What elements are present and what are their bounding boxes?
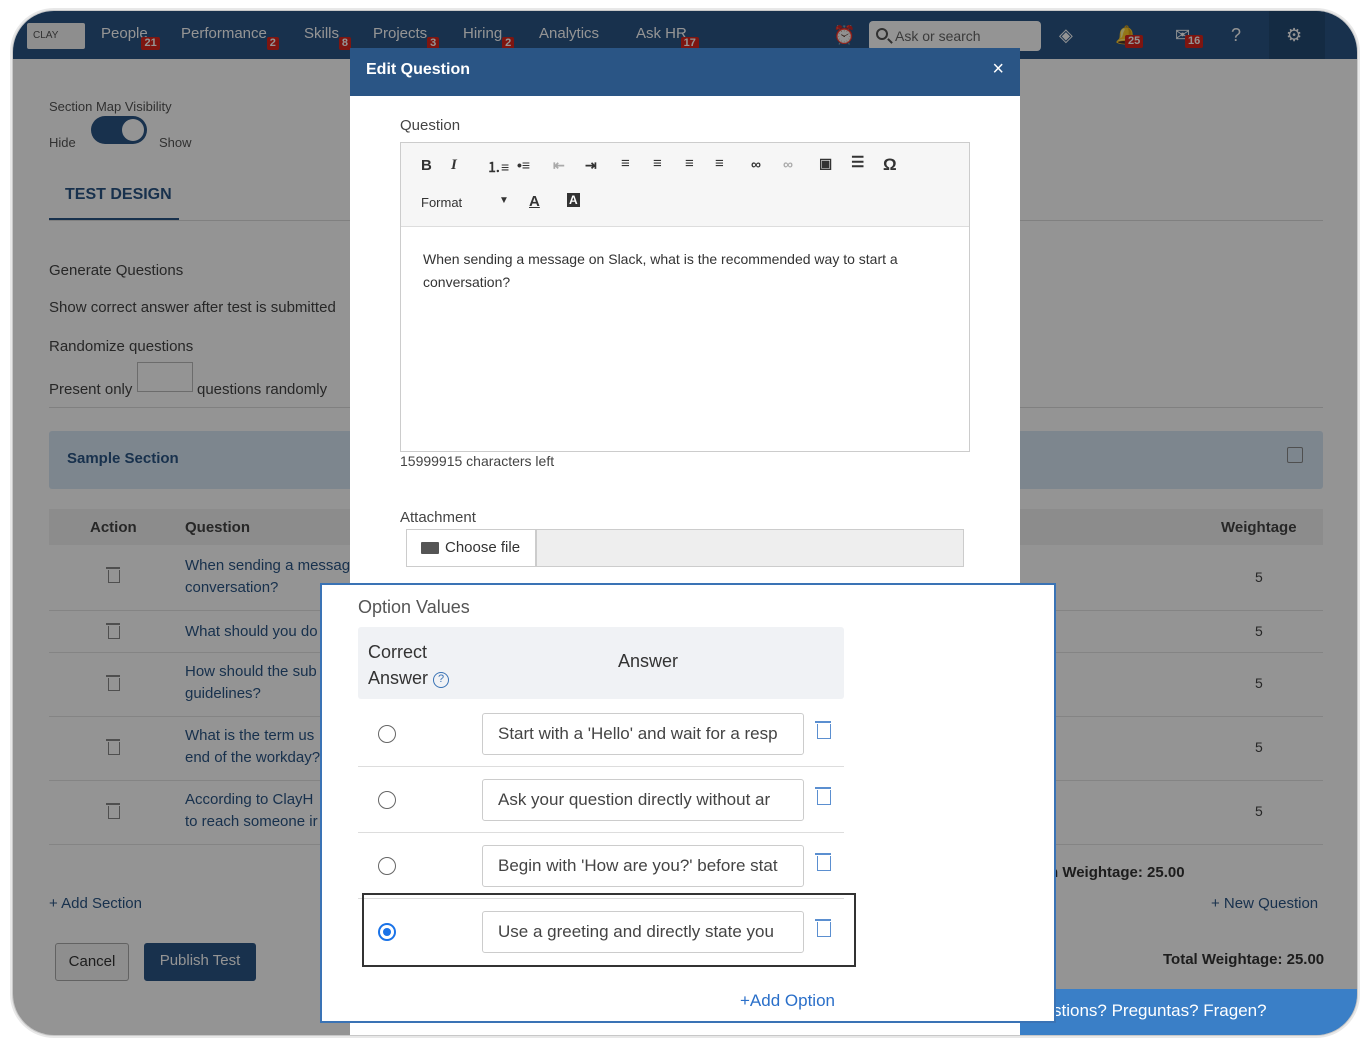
option-row: Begin with 'How are you?' before stat [358,833,844,899]
question-text[interactable]: When sending a message on Slack, what is… [423,248,943,294]
folder-icon [421,542,439,554]
answer-input[interactable]: Ask your question directly without ar [482,779,804,821]
indent-icon[interactable]: ⇥ [585,157,597,174]
choose-file-button[interactable]: Choose file [406,529,536,567]
outdent-icon[interactable]: ⇤ [553,157,565,174]
modal-title: Edit Question [366,61,470,78]
horizontal-rule-icon[interactable]: ☰ [851,153,864,171]
align-right-icon[interactable]: ≡ [685,155,694,172]
option-row: Ask your question directly without ar [358,767,844,833]
file-name-field [536,529,964,567]
unlink-icon[interactable]: ∞ [783,156,793,172]
modal-header: Edit Question × [350,48,1020,96]
bg-color-icon[interactable]: A [567,193,580,207]
align-center-icon[interactable]: ≡ [653,155,662,172]
chat-widget[interactable]: stions? Preguntas? Fragen? [1003,989,1357,1035]
trash-icon[interactable] [815,721,831,739]
special-char-icon[interactable]: Ω [883,155,897,175]
correct-radio[interactable] [378,791,396,809]
format-dropdown[interactable]: Format [421,195,462,210]
trash-icon[interactable] [815,787,831,805]
correct-radio[interactable] [378,857,396,875]
app-frame: CLAY People 21 Performance 2 Skills 8 Proje… [12,10,1358,1036]
numbered-list-icon[interactable]: ⒈≡ [487,157,509,177]
answer-header: Answer [618,651,679,671]
add-option-link[interactable]: +Add Option [740,991,835,1011]
trash-icon[interactable] [815,853,831,871]
chevron-down-icon: ▼ [499,195,509,206]
italic-icon[interactable]: I [451,157,457,174]
options-header: Correct Answer ? Answer [358,627,844,699]
question-label: Question [400,117,461,134]
answer-input[interactable]: Start with a 'Hello' and wait for a resp [482,713,804,755]
rich-text-editor[interactable]: B I ⒈≡ •≡ ⇤ ⇥ ≡ ≡ ≡ ≡ ∞ ∞ ▣ ☰ Ω Format ▼… [400,142,970,452]
option-values-title: Option Values [358,597,470,617]
selected-option-highlight [362,893,856,967]
link-icon[interactable]: ∞ [751,156,761,172]
close-icon[interactable]: × [992,58,1004,81]
correct-answer-header: Correct Answer ? [368,639,450,691]
image-icon[interactable]: ▣ [819,155,832,172]
text-color-icon[interactable]: A [529,193,540,210]
option-row: Start with a 'Hello' and wait for a resp [358,701,844,767]
help-icon[interactable]: ? [433,672,450,688]
characters-left: 15999915 characters left [400,453,555,469]
attachment-label: Attachment [400,509,476,526]
bullet-list-icon[interactable]: •≡ [517,157,530,173]
bold-icon[interactable]: B [421,157,432,174]
option-values-panel: Option Values Correct Answer ? Answer Sta… [320,583,1056,1023]
editor-toolbar: B I ⒈≡ •≡ ⇤ ⇥ ≡ ≡ ≡ ≡ ∞ ∞ ▣ ☰ Ω Format ▼… [401,143,969,227]
justify-icon[interactable]: ≡ [715,155,724,172]
correct-radio[interactable] [378,725,396,743]
align-left-icon[interactable]: ≡ [621,155,630,172]
answer-input[interactable]: Begin with 'How are you?' before stat [482,845,804,887]
